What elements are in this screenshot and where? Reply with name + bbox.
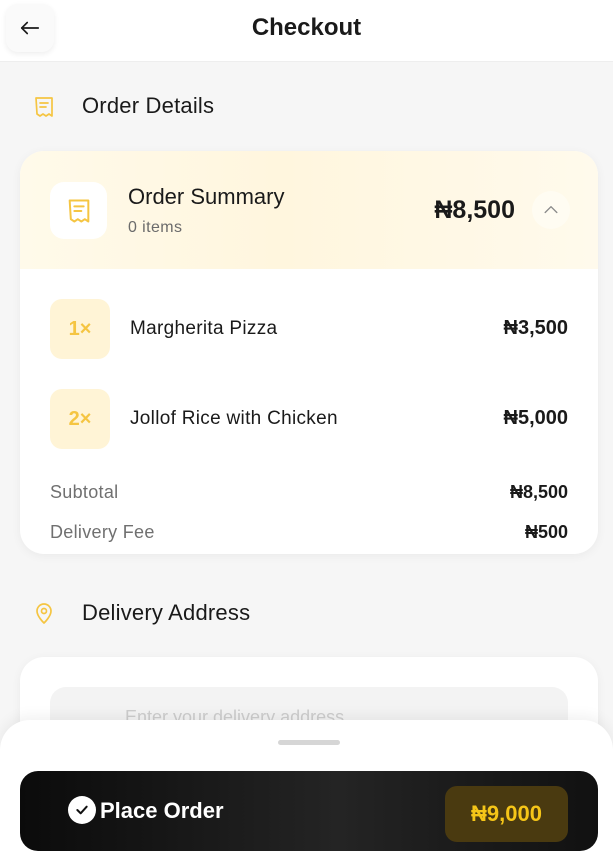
- delivery-address-header: Delivery Address: [0, 594, 613, 634]
- receipt-icon: [68, 199, 89, 222]
- item-price: ₦3,500: [503, 317, 569, 339]
- order-item: 2× Jollof Rice with Chicken ₦5,000: [20, 389, 598, 449]
- subtotal-value: ₦8,500: [509, 482, 568, 502]
- place-order-label: Place Order: [100, 798, 224, 823]
- delivery-fee-row: Delivery Fee ₦500: [50, 522, 568, 544]
- item-name: Jollof Rice with Chicken: [130, 408, 338, 429]
- item-price: ₦5,000: [503, 407, 569, 429]
- summary-title: Order Summary: [128, 184, 285, 209]
- section-title: Order Details: [82, 93, 215, 118]
- delivery-fee-label: Delivery Fee: [50, 522, 155, 542]
- order-details-header: Order Details: [0, 87, 613, 127]
- quantity-badge: 1×: [50, 299, 110, 359]
- top-bar: Checkout: [0, 0, 613, 62]
- summary-item-count: 0 items: [128, 219, 183, 236]
- order-total-badge: ₦9,000: [445, 786, 568, 842]
- item-name: Margherita Pizza: [130, 318, 278, 339]
- check-circle-icon: [68, 796, 96, 824]
- chevron-up-icon: [544, 206, 558, 214]
- collapse-button[interactable]: [532, 191, 570, 229]
- drag-handle[interactable]: [278, 740, 340, 745]
- subtotal-label: Subtotal: [50, 482, 119, 502]
- summary-icon-box: [50, 182, 107, 239]
- summary-total: ₦8,500: [434, 196, 515, 224]
- receipt-icon: [35, 97, 53, 117]
- order-summary-toggle[interactable]: Order Summary 0 items ₦8,500: [20, 151, 598, 269]
- order-summary-card: Order Summary 0 items ₦8,500 1× Margheri…: [20, 151, 598, 554]
- order-item: 1× Margherita Pizza ₦3,500: [20, 299, 598, 359]
- bottom-sheet: Place Order ₦9,000: [0, 720, 613, 868]
- subtotal-row: Subtotal ₦8,500: [50, 482, 568, 504]
- place-order-button[interactable]: Place Order ₦9,000: [20, 771, 598, 851]
- quantity-badge: 2×: [50, 389, 110, 449]
- delivery-fee-value: ₦500: [524, 522, 568, 542]
- section-title: Delivery Address: [82, 600, 251, 625]
- page-title: Checkout: [251, 14, 362, 41]
- map-pin-icon: [36, 603, 52, 624]
